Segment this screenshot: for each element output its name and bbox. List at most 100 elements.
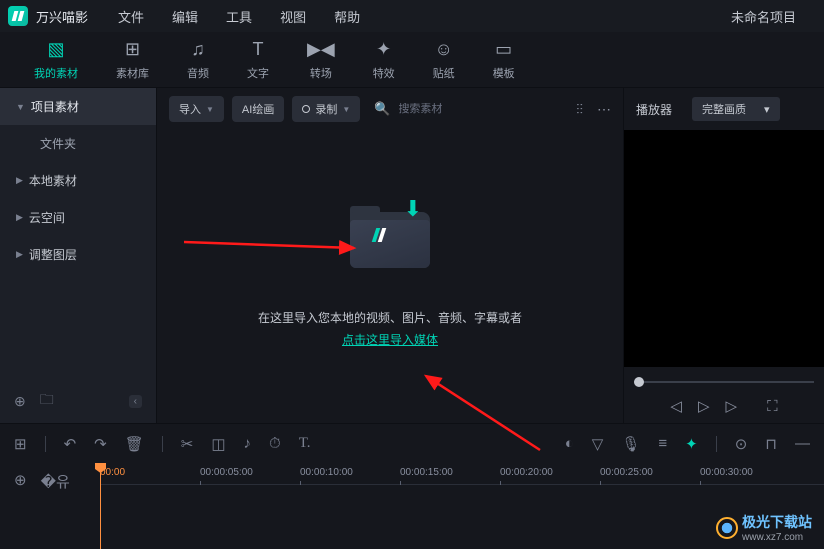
play-button[interactable]: ▷ (698, 397, 710, 415)
timeline-ruler[interactable]: 00:00 00:00:05:00 00:00:10:00 00:00:15:0… (100, 463, 824, 485)
effects-icon: ✦ (376, 39, 391, 61)
transition-icon: ▶◀ (307, 39, 335, 61)
mixer-icon[interactable]: ≡ (658, 435, 667, 452)
watermark-brand: 极光下载站 (742, 512, 812, 532)
tick-6: 00:00:30:00 (700, 467, 753, 478)
add-track-icon[interactable]: ⊕ (14, 471, 27, 541)
tab-text[interactable]: T文字 (233, 35, 283, 85)
redo-icon[interactable]: ↷ (94, 435, 107, 453)
delete-icon[interactable]: 🗑 (125, 435, 144, 453)
sidebar-item-local[interactable]: ▶本地素材 (0, 162, 156, 199)
prev-frame-button[interactable]: ◁ (670, 397, 682, 415)
watermark: 极光下载站 www.xz7.com (716, 512, 812, 543)
tick-3: 00:00:15:00 (400, 467, 453, 478)
speed-icon[interactable]: ⏱ (269, 435, 281, 452)
audio-icon: ♫ (191, 39, 205, 61)
main-menu: 文件 编辑 工具 视图 帮助 (118, 7, 360, 26)
menu-tools[interactable]: 工具 (226, 7, 252, 26)
sidebar-item-folder[interactable]: 文件夹 (0, 125, 156, 162)
timeline: ⊕ �유 00:00 00:00:05:00 00:00:10:00 00:00… (0, 463, 824, 549)
text-tool-icon[interactable]: T. (299, 435, 311, 452)
marker-icon[interactable]: ▽ (592, 435, 604, 453)
project-name: 未命名项目 (731, 7, 796, 26)
watermark-logo-icon (716, 517, 738, 539)
quality-select[interactable]: 完整画质▾ (692, 97, 780, 121)
menu-view[interactable]: 视图 (280, 7, 306, 26)
menu-edit[interactable]: 编辑 (172, 7, 198, 26)
titlebar: 万兴喵影 文件 编辑 工具 视图 帮助 未命名项目 (0, 0, 824, 32)
app-name: 万兴喵影 (36, 7, 88, 26)
scrubber-handle[interactable] (634, 377, 644, 387)
more-icon[interactable]: ⋯ (597, 101, 611, 118)
stickers-icon: ☺ (434, 39, 452, 61)
folder-import-icon: ⬇ (350, 202, 430, 268)
audio-icon[interactable]: ♪ (244, 435, 252, 452)
link-track-icon[interactable]: �유 (41, 471, 70, 541)
collapse-sidebar-button[interactable]: ‹ (129, 395, 142, 408)
tick-1: 00:00:05:00 (200, 467, 253, 478)
tab-stock[interactable]: ⊞素材库 (102, 35, 163, 85)
player-viewport[interactable] (624, 130, 824, 367)
folder-icon[interactable]: 🗀 (40, 389, 54, 413)
media-panel: 导入▼ AI绘画 录制▼ 🔍 ⫶⫶ ⋯ ⬇ 在这里导入您本地的视频、图片、音频、… (156, 88, 624, 423)
zoom-fit-icon[interactable]: — (795, 435, 810, 452)
sidebar: ▼项目素材 文件夹 ▶本地素材 ▶云空间 ▶调整图层 ⊕ 🗀 ‹ (0, 88, 156, 423)
circle-icon[interactable]: ◐ (565, 435, 574, 452)
next-frame-button[interactable]: ▷ (726, 397, 738, 415)
chevron-right-icon: ▶ (16, 175, 23, 186)
media-toolbar: 导入▼ AI绘画 录制▼ 🔍 ⫶⫶ ⋯ (157, 88, 623, 130)
menu-help[interactable]: 帮助 (334, 7, 360, 26)
ai-draw-button[interactable]: AI绘画 (232, 96, 284, 122)
filter-icon[interactable]: ⫶⫶ (576, 101, 583, 118)
sidebar-item-project-media[interactable]: ▼项目素材 (0, 88, 156, 125)
link-icon[interactable]: ⊙ (735, 435, 748, 453)
import-drop-area[interactable]: ⬇ 在这里导入您本地的视频、图片、音频、字幕或者 点击这里导入媒体 (157, 130, 623, 423)
sidebar-item-adjust-layer[interactable]: ▶调整图层 (0, 236, 156, 273)
import-link[interactable]: 点击这里导入媒体 (342, 333, 438, 347)
import-button[interactable]: 导入▼ (169, 96, 224, 122)
snap-icon[interactable]: ⊓ (765, 435, 777, 453)
main-area: ▼项目素材 文件夹 ▶本地素材 ▶云空间 ▶调整图层 ⊕ 🗀 ‹ 导入▼ AI绘… (0, 88, 824, 423)
new-bin-icon[interactable]: ⊕ (14, 393, 26, 410)
tick-2: 00:00:10:00 (300, 467, 353, 478)
chevron-right-icon: ▶ (16, 249, 23, 260)
grid-icon[interactable]: ⊞ (14, 435, 27, 453)
auto-icon[interactable]: ✦ (685, 435, 698, 453)
text-icon: T (253, 39, 264, 61)
player-panel: 播放器 完整画质▾ ◁ ▷ ▷ ⛶ (624, 88, 824, 423)
player-header: 播放器 完整画质▾ (624, 88, 824, 130)
player-controls: ◁ ▷ ▷ ⛶ (624, 389, 824, 423)
chevron-down-icon: ▼ (16, 102, 25, 112)
chevron-down-icon: ▼ (342, 105, 350, 114)
tab-my-media[interactable]: ▧我的素材 (20, 35, 92, 85)
stock-icon: ⊞ (125, 39, 140, 61)
fullscreen-button[interactable]: ⛶ (767, 398, 778, 415)
tick-5: 00:00:25:00 (600, 467, 653, 478)
player-tab[interactable]: 播放器 (636, 101, 672, 118)
watermark-url: www.xz7.com (742, 532, 812, 543)
tab-audio[interactable]: ♫音频 (173, 35, 223, 85)
tab-stickers[interactable]: ☺贴纸 (419, 35, 469, 85)
tab-transition[interactable]: ▶◀转场 (293, 35, 349, 85)
app-logo-icon (8, 6, 28, 26)
tick-4: 00:00:20:00 (500, 467, 553, 478)
record-icon (302, 105, 310, 113)
tab-effects[interactable]: ✦特效 (359, 35, 409, 85)
tab-templates[interactable]: ▭模板 (479, 35, 529, 85)
playhead[interactable] (100, 463, 101, 549)
undo-icon[interactable]: ↶ (64, 435, 77, 453)
cut-icon[interactable]: ✂ (181, 435, 194, 453)
timeline-track-controls: ⊕ �유 (0, 463, 100, 549)
import-hint: 在这里导入您本地的视频、图片、音频、字幕或者 点击这里导入媒体 (258, 308, 522, 351)
search-input[interactable] (398, 103, 478, 115)
menu-file[interactable]: 文件 (118, 7, 144, 26)
record-button[interactable]: 录制▼ (292, 96, 360, 122)
sidebar-footer: ⊕ 🗀 ‹ (0, 383, 156, 419)
chevron-right-icon: ▶ (16, 212, 23, 223)
download-arrow-icon: ⬇ (404, 196, 422, 222)
player-scrubber[interactable] (634, 379, 814, 385)
crop-icon[interactable]: ◫ (211, 435, 225, 453)
mic-icon[interactable]: 🎙 (621, 435, 640, 453)
sidebar-item-cloud[interactable]: ▶云空间 (0, 199, 156, 236)
chevron-down-icon: ▼ (206, 105, 214, 114)
